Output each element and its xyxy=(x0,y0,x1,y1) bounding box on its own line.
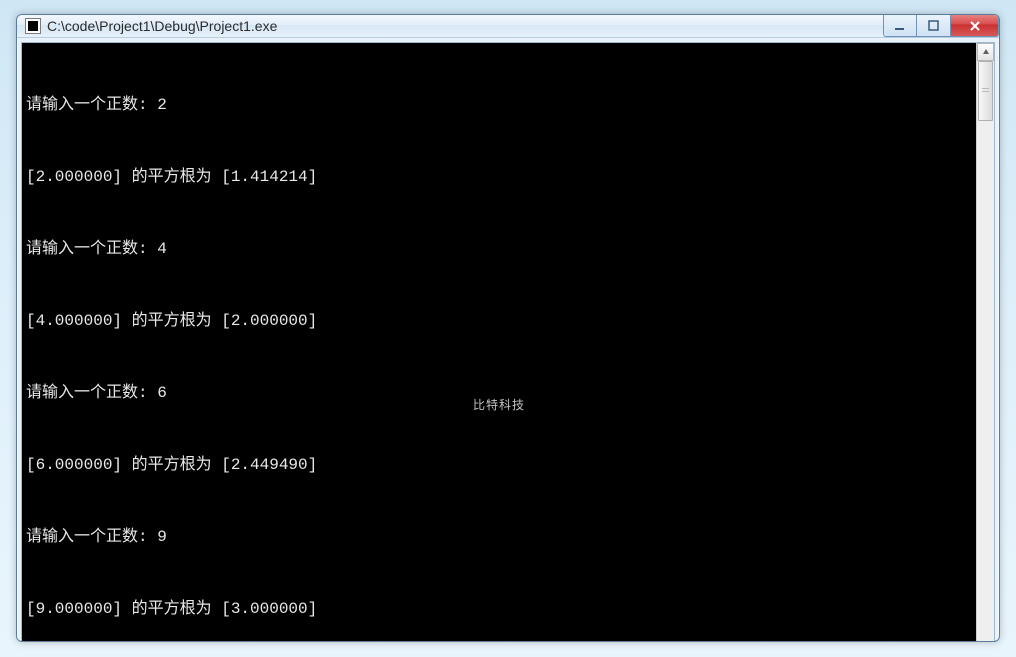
titlebar[interactable]: C:\code\Project1\Debug\Project1.exe xyxy=(17,15,999,38)
console-line: [9.000000] 的平方根为 [3.000000] xyxy=(26,597,972,621)
scroll-thumb[interactable] xyxy=(978,61,993,121)
minimize-button[interactable] xyxy=(883,15,917,37)
window-controls xyxy=(883,15,999,37)
maximize-button[interactable] xyxy=(917,15,951,37)
minimize-icon xyxy=(894,20,906,32)
maximize-icon xyxy=(928,20,940,32)
chevron-up-icon xyxy=(982,48,990,56)
console-line: 请输入一个正数: 4 xyxy=(26,237,972,261)
app-window: C:\code\Project1\Debug\Project1.exe 请输入一… xyxy=(16,14,1000,642)
app-icon xyxy=(25,18,41,34)
console-line: [4.000000] 的平方根为 [2.000000] xyxy=(26,309,972,333)
vertical-scrollbar[interactable] xyxy=(976,43,994,642)
console-output[interactable]: 请输入一个正数: 2 [2.000000] 的平方根为 [1.414214] 请… xyxy=(22,43,976,642)
scroll-track[interactable] xyxy=(977,61,994,642)
console-line: [6.000000] 的平方根为 [2.449490] xyxy=(26,453,972,477)
client-area: 请输入一个正数: 2 [2.000000] 的平方根为 [1.414214] 请… xyxy=(21,42,995,642)
console-line: [2.000000] 的平方根为 [1.414214] xyxy=(26,165,972,189)
window-title: C:\code\Project1\Debug\Project1.exe xyxy=(47,18,883,34)
scroll-up-button[interactable] xyxy=(977,43,994,61)
console-line: 请输入一个正数: 2 xyxy=(26,93,972,117)
console-line: 请输入一个正数: 9 xyxy=(26,525,972,549)
console-line: 请输入一个正数: 6 xyxy=(26,381,972,405)
close-icon xyxy=(968,20,982,32)
close-button[interactable] xyxy=(951,15,999,37)
